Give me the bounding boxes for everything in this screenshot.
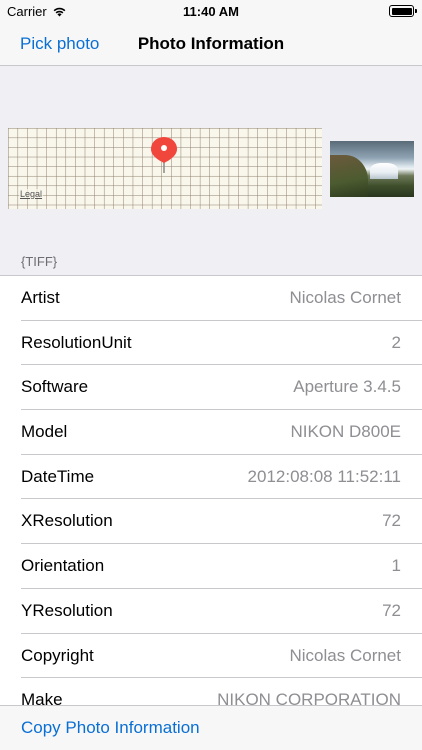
table-row[interactable]: ResolutionUnit 2 [0, 321, 422, 366]
row-label: XResolution [21, 511, 113, 531]
section-header-tiff: {TIFF} [21, 254, 58, 269]
metadata-table[interactable]: Artist Nicolas Cornet ResolutionUnit 2 S… [0, 275, 422, 705]
table-row[interactable]: XResolution 72 [0, 499, 422, 544]
table-row[interactable]: Make NIKON CORPORATION [0, 678, 422, 705]
photo-header: Legal {TIFF} [0, 66, 422, 269]
map-pin-icon[interactable] [150, 136, 178, 174]
row-label: DateTime [21, 466, 95, 486]
row-label: Orientation [21, 556, 105, 576]
table-row[interactable]: YResolution 72 [0, 589, 422, 634]
table-row[interactable]: Software Aperture 3.4.5 [0, 365, 422, 410]
row-value: Nicolas Cornet [289, 288, 402, 307]
photo-thumbnail[interactable] [330, 141, 414, 197]
map-legal-link[interactable]: Legal [19, 189, 44, 199]
row-value: Aperture 3.4.5 [293, 377, 401, 397]
row-label: ResolutionUnit [21, 332, 132, 352]
row-value: 2012:08:08 11:52:11 [247, 466, 401, 486]
row-label: Make [21, 690, 63, 705]
page-title: Photo Information [137, 34, 285, 53]
row-value: 2 [391, 332, 401, 352]
row-label: YResolution [21, 600, 113, 620]
table-row[interactable]: Artist Nicolas Cornet [0, 276, 422, 321]
copy-photo-information-button[interactable]: Copy Photo Information [21, 718, 200, 738]
status-time: 11:40 AM [183, 4, 239, 19]
battery-icon [389, 5, 417, 17]
row-label: Software [21, 377, 89, 397]
row-value: NIKON D800E [290, 422, 401, 442]
row-label: Model [21, 422, 68, 442]
status-bar: Carrier 11:40 AM [0, 0, 422, 22]
row-value: 72 [382, 511, 401, 531]
row-value: 72 [382, 600, 401, 620]
row-label: Artist [21, 288, 60, 307]
location-map[interactable]: Legal [8, 128, 322, 209]
row-value: 1 [391, 556, 401, 576]
bottom-toolbar: Copy Photo Information [0, 705, 422, 750]
row-value: Nicolas Cornet [289, 645, 402, 665]
row-label: Copyright [21, 645, 94, 665]
table-row[interactable]: DateTime 2012:08:08 11:52:11 [0, 455, 422, 500]
row-value: NIKON CORPORATION [217, 690, 401, 705]
table-row[interactable]: Copyright Nicolas Cornet [0, 634, 422, 679]
table-row[interactable]: Orientation 1 [0, 544, 422, 589]
table-row[interactable]: Model NIKON D800E [0, 410, 422, 455]
navigation-bar: Pick photo Photo Information [0, 22, 422, 66]
